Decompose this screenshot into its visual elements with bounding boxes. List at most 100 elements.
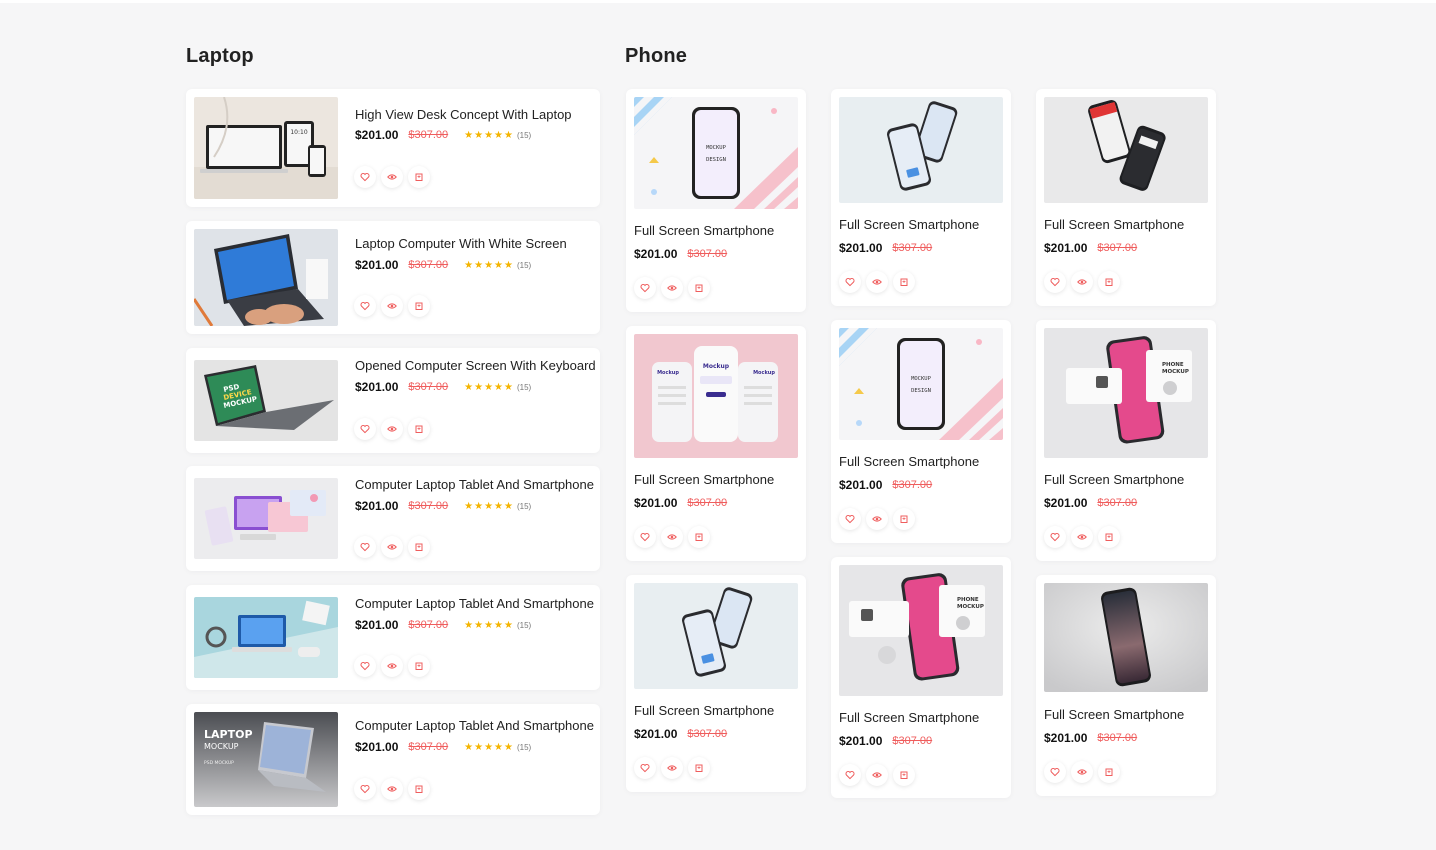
add-to-cart-button[interactable] — [408, 166, 430, 188]
thumb-text-mockup: MOCKUP — [204, 742, 239, 751]
product-image[interactable] — [634, 583, 798, 689]
add-to-cart-button[interactable] — [408, 418, 430, 440]
laptop-card[interactable]: Computer Laptop Tablet And Smartphone $2… — [186, 585, 600, 690]
wishlist-button[interactable] — [634, 757, 656, 779]
quick-view-button[interactable] — [1071, 271, 1093, 293]
wishlist-button[interactable] — [354, 295, 376, 317]
product-title[interactable]: Full Screen Smartphone — [634, 703, 774, 718]
product-image[interactable] — [194, 229, 338, 326]
laptop-card[interactable]: 10:10 High View Desk Concept With Laptop… — [186, 89, 600, 207]
rating-stars: ★★★★★ — [464, 129, 514, 141]
product-title[interactable]: Full Screen Smartphone — [1044, 707, 1184, 722]
add-to-cart-button[interactable] — [688, 526, 710, 548]
product-image[interactable]: LAPTOP MOCKUP PSD MOCKUP — [194, 712, 338, 807]
laptop-card[interactable]: LAPTOP MOCKUP PSD MOCKUP Computer Laptop… — [186, 704, 600, 815]
laptop-card[interactable]: PSD DEVICE MOCKUP Opened Computer Screen… — [186, 348, 600, 453]
add-to-cart-button[interactable] — [688, 757, 710, 779]
product-title[interactable]: Full Screen Smartphone — [839, 454, 979, 469]
thumb-clock: 10:10 — [290, 129, 307, 136]
phone-card[interactable]: Full Screen Smartphone $201.00 $307.00 — [1036, 575, 1216, 796]
product-image[interactable]: 10:10 — [194, 97, 338, 199]
product-title[interactable]: High View Desk Concept With Laptop — [355, 107, 572, 122]
heart-icon — [640, 532, 650, 542]
product-title[interactable]: Full Screen Smartphone — [1044, 217, 1184, 232]
product-image[interactable] — [1044, 97, 1208, 203]
wishlist-button[interactable] — [1044, 526, 1066, 548]
wishlist-button[interactable] — [634, 526, 656, 548]
product-title[interactable]: Full Screen Smartphone — [634, 223, 774, 238]
cart-icon — [415, 173, 423, 181]
product-image[interactable]: MOCKUP DESIGN — [839, 328, 1003, 440]
quick-view-button[interactable] — [866, 271, 888, 293]
product-image[interactable] — [1044, 583, 1208, 692]
wishlist-button[interactable] — [1044, 761, 1066, 783]
phone-card[interactable]: PHONE MOCKUP Full Screen Smartphone $201… — [1036, 320, 1216, 561]
product-image[interactable] — [839, 97, 1003, 203]
add-to-cart-button[interactable] — [893, 508, 915, 530]
add-to-cart-button[interactable] — [408, 655, 430, 677]
quick-view-button[interactable] — [381, 778, 403, 800]
product-title[interactable]: Full Screen Smartphone — [839, 217, 979, 232]
quick-view-button[interactable] — [866, 508, 888, 530]
quick-view-button[interactable] — [381, 295, 403, 317]
add-to-cart-button[interactable] — [893, 271, 915, 293]
laptop-card[interactable]: Laptop Computer With White Screen $201.0… — [186, 221, 600, 334]
quick-view-button[interactable] — [661, 526, 683, 548]
phone-card[interactable]: Mockup Mockup Mockup Full Screen Smartph… — [626, 326, 806, 561]
quick-view-button[interactable] — [381, 655, 403, 677]
product-image[interactable]: PHONE MOCKUP — [839, 565, 1003, 696]
add-to-cart-button[interactable] — [688, 277, 710, 299]
product-image[interactable] — [194, 478, 338, 559]
product-title[interactable]: Laptop Computer With White Screen — [355, 236, 567, 251]
cart-icon — [415, 425, 423, 433]
laptop-card[interactable]: Computer Laptop Tablet And Smartphone $2… — [186, 466, 600, 571]
add-to-cart-button[interactable] — [408, 295, 430, 317]
add-to-cart-button[interactable] — [408, 778, 430, 800]
wishlist-button[interactable] — [839, 271, 861, 293]
wishlist-button[interactable] — [354, 778, 376, 800]
product-title[interactable]: Full Screen Smartphone — [839, 710, 979, 725]
wishlist-button[interactable] — [839, 508, 861, 530]
quick-view-button[interactable] — [661, 757, 683, 779]
quick-view-button[interactable] — [866, 764, 888, 786]
product-image[interactable]: MOCKUP DESIGN — [634, 97, 798, 209]
wishlist-button[interactable] — [354, 536, 376, 558]
phone-card[interactable]: MOCKUP DESIGN Full Screen Smartphone $20… — [626, 89, 806, 312]
product-title[interactable]: Opened Computer Screen With Keyboard — [355, 358, 596, 373]
rating-stars: ★★★★★ — [464, 500, 514, 512]
wishlist-button[interactable] — [354, 418, 376, 440]
product-title[interactable]: Full Screen Smartphone — [634, 472, 774, 487]
quick-view-button[interactable] — [381, 418, 403, 440]
phone-card[interactable]: Full Screen Smartphone $201.00 $307.00 — [626, 575, 806, 792]
add-to-cart-button[interactable] — [1098, 526, 1120, 548]
add-to-cart-button[interactable] — [408, 536, 430, 558]
product-title[interactable]: Computer Laptop Tablet And Smartphone — [355, 477, 594, 492]
quick-view-button[interactable] — [381, 536, 403, 558]
phone-card[interactable]: Full Screen Smartphone $201.00 $307.00 — [831, 89, 1011, 306]
add-to-cart-button[interactable] — [893, 764, 915, 786]
product-image[interactable]: PSD DEVICE MOCKUP — [194, 360, 338, 441]
price: $201.00 — [839, 478, 883, 492]
product-image[interactable]: PHONE MOCKUP — [1044, 328, 1208, 458]
product-title[interactable]: Full Screen Smartphone — [1044, 472, 1184, 487]
wishlist-button[interactable] — [839, 764, 861, 786]
quick-view-button[interactable] — [381, 166, 403, 188]
phone-card[interactable]: PHONE MOCKUP Full Screen Smartphone $201… — [831, 557, 1011, 798]
quick-view-button[interactable] — [1071, 761, 1093, 783]
product-title[interactable]: Computer Laptop Tablet And Smartphone — [355, 718, 594, 733]
add-to-cart-button[interactable] — [1098, 761, 1120, 783]
quick-view-button[interactable] — [1071, 526, 1093, 548]
wishlist-button[interactable] — [1044, 271, 1066, 293]
add-to-cart-button[interactable] — [1098, 271, 1120, 293]
wishlist-button[interactable] — [634, 277, 656, 299]
phone-card[interactable]: MOCKUP DESIGN Full Screen Smartphone $20… — [831, 320, 1011, 543]
phone-card[interactable]: Full Screen Smartphone $201.00 $307.00 — [1036, 89, 1216, 306]
product-title[interactable]: Computer Laptop Tablet And Smartphone — [355, 596, 594, 611]
eye-icon — [667, 534, 677, 540]
product-image[interactable]: Mockup Mockup Mockup — [634, 334, 798, 458]
quick-view-button[interactable] — [661, 277, 683, 299]
wishlist-button[interactable] — [354, 166, 376, 188]
product-image[interactable] — [194, 597, 338, 678]
wishlist-button[interactable] — [354, 655, 376, 677]
review-count: (15) — [516, 260, 532, 270]
